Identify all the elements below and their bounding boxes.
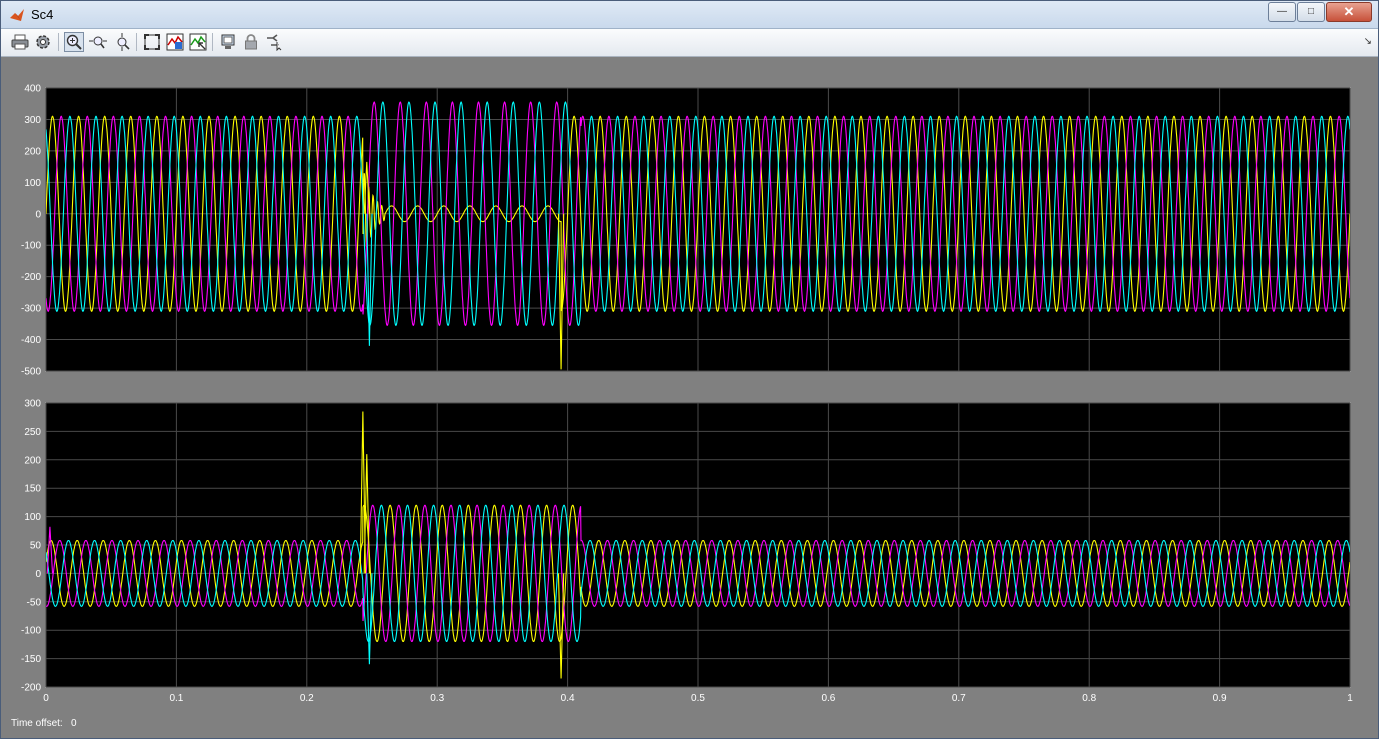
y-tick-label: 250 bbox=[24, 427, 41, 438]
scope-plot-area: 400 300 200 100 0 -100 -200 -300 -400 -500 300 250 2… bbox=[1, 57, 1378, 738]
axes-1[interactable]: 400 300 200 100 0 -100 -200 -300 -400 -500 bbox=[21, 84, 1351, 378]
x-tick-label: 0.5 bbox=[691, 693, 705, 704]
window-title: Sc4 bbox=[31, 7, 54, 22]
y-tick-label: 0 bbox=[35, 209, 41, 220]
scope-toolbar: ↘ bbox=[1, 29, 1378, 57]
time-offset-value: 0 bbox=[71, 718, 77, 729]
zoom-x-icon[interactable] bbox=[88, 32, 108, 52]
y-tick-label: -400 bbox=[21, 335, 41, 346]
y-tick-label: 200 bbox=[24, 455, 41, 466]
parameters-icon[interactable] bbox=[33, 32, 53, 52]
x-tick-label: 0 bbox=[43, 693, 49, 704]
x-tick-label: 0.9 bbox=[1213, 693, 1227, 704]
x-tick-label: 0.4 bbox=[561, 693, 575, 704]
save-axes-icon[interactable] bbox=[165, 32, 185, 52]
y-tick-label: -500 bbox=[21, 367, 41, 378]
y-tick-label: 200 bbox=[24, 146, 41, 157]
scope-axes-svg[interactable]: 4003002001000-100-200-300-400-5003002502… bbox=[1, 57, 1378, 738]
x-tick-label: 0.2 bbox=[300, 693, 314, 704]
y-tick-label: 50 bbox=[30, 541, 42, 552]
floating-scope-icon[interactable] bbox=[218, 32, 238, 52]
y-tick-label: -100 bbox=[21, 626, 41, 637]
axes-2[interactable]: 300250200150100500-50-100-150-2000 0.1 0.2… bbox=[21, 399, 1353, 705]
zoom-in-icon[interactable] bbox=[64, 32, 84, 52]
y-tick-label: -150 bbox=[21, 654, 41, 665]
time-offset-label: Time offset: bbox=[11, 718, 63, 729]
signal-selection-icon[interactable] bbox=[264, 32, 284, 52]
restore-axes-icon[interactable] bbox=[188, 32, 208, 52]
y-tick-label: -50 bbox=[27, 597, 42, 608]
title-bar[interactable]: Sc4 — □ ✕ bbox=[1, 1, 1378, 29]
print-icon[interactable] bbox=[10, 32, 30, 52]
y-tick-label: 300 bbox=[24, 115, 41, 126]
x-tick-label: 0.3 bbox=[430, 693, 444, 704]
y-tick-label: -200 bbox=[21, 683, 41, 694]
scope-window: Sc4 — □ ✕ ↘ 400 300 200 100 0 -100 -200 … bbox=[0, 0, 1379, 739]
x-tick-label: 0.1 bbox=[169, 693, 183, 704]
zoom-y-icon[interactable] bbox=[112, 32, 132, 52]
maximize-button[interactable]: □ bbox=[1297, 2, 1325, 22]
matlab-logo-icon bbox=[10, 9, 24, 21]
close-button[interactable]: ✕ bbox=[1326, 2, 1372, 22]
x-tick-label: 0.6 bbox=[821, 693, 835, 704]
y-tick-label: 100 bbox=[24, 512, 41, 523]
minimize-button[interactable]: — bbox=[1268, 2, 1296, 22]
y-tick-label: -100 bbox=[21, 241, 41, 252]
y-tick-label: 400 bbox=[24, 84, 41, 95]
autoscale-icon[interactable] bbox=[142, 32, 162, 52]
y-tick-label: -300 bbox=[21, 304, 41, 315]
lock-axes-icon[interactable] bbox=[241, 32, 261, 52]
toolbar-overflow-icon[interactable]: ↘ bbox=[1364, 36, 1372, 47]
time-offset: Time offset: 0 bbox=[11, 718, 77, 729]
y-tick-label: 0 bbox=[35, 569, 41, 580]
y-tick-label: -200 bbox=[21, 272, 41, 283]
x-tick-label: 0.7 bbox=[952, 693, 966, 704]
x-tick-label: 0.8 bbox=[1082, 693, 1096, 704]
x-tick-label: 1 bbox=[1347, 693, 1353, 704]
y-tick-label: 100 bbox=[24, 178, 41, 189]
y-tick-label: 150 bbox=[24, 484, 41, 495]
y-tick-label: 300 bbox=[24, 399, 41, 410]
